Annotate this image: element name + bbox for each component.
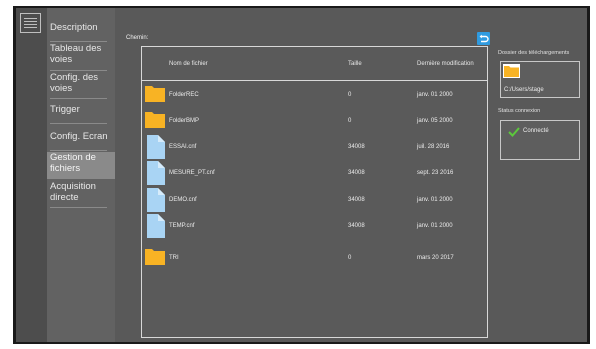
divider [50,70,107,71]
file-modified: janv. 01 2000 [417,92,453,98]
sidebar-item-tableau-des-voies[interactable]: Tableau des voies [47,43,115,71]
path-label: Chemin: [126,35,149,41]
file-name: TEMP.cnf [169,223,195,229]
connection-status-label: Status connexion [498,108,541,114]
sidebar-item-label: Description [50,22,98,33]
file-size: 0 [348,92,352,98]
divider [50,98,107,99]
table-row[interactable]: MESURE_PT.cnf 34008 sept. 23 2016 [142,161,487,187]
folder-icon [145,112,165,128]
sidebar-item-config-ecran[interactable]: Config. Ecran [47,131,115,151]
sidebar-item-description[interactable]: Description [47,22,115,42]
sidebar-item-gestion-de-fichiers[interactable]: Gestion de fichiers [47,152,115,179]
document-icon [147,214,165,238]
sidebar-item-label: Gestion de fichiers [50,152,96,174]
file-name: ESSAI.cnf [169,144,197,150]
divider [50,207,107,208]
file-table: Nom de fichier Taille Dernière modificat… [141,46,488,338]
file-modified: janv. 05 2000 [417,118,453,124]
file-name: TRI [169,255,179,261]
table-row[interactable]: FolderBMP 0 janv. 05 2000 [142,109,487,135]
file-size: 0 [348,118,352,124]
folder-icon [145,86,165,102]
file-name: MESURE_PT.cnf [169,170,215,176]
file-modified: janv. 01 2000 [417,197,453,203]
table-row[interactable]: ESSAI.cnf 34008 juil. 28 2016 [142,135,487,161]
sidebar-item-trigger[interactable]: Trigger [47,104,115,124]
file-size: 34008 [348,170,365,176]
divider [50,123,107,124]
connection-status-text: Connecté [523,128,549,134]
refresh-icon[interactable] [477,32,490,45]
document-icon [147,161,165,185]
file-size: 34008 [348,223,365,229]
menu-strip [16,8,47,342]
sidebar-item-label: Config. des voies [50,72,99,94]
file-modified: juil. 28 2016 [417,144,450,150]
sidebar-item-label: Config. Ecran [50,131,108,142]
header-divider [142,80,487,81]
sidebar: Description Tableau des voies Config. de… [47,8,115,342]
folder-icon [503,64,520,78]
file-size: 34008 [348,197,365,203]
file-name: DEMO.cnf [169,197,197,203]
table-row[interactable]: TEMP.cnf 34008 janv. 01 2000 [142,214,487,240]
sidebar-item-config-des-voies[interactable]: Config. des voies [47,72,115,99]
table-row[interactable]: DEMO.cnf 34008 janv. 01 2000 [142,188,487,214]
right-panel: Dossier des téléchargements C:/Users/sta… [495,8,587,342]
file-name: FolderREC [169,92,199,98]
sidebar-item-label: Trigger [50,104,80,115]
document-icon [147,135,165,159]
folder-icon [145,249,165,265]
divider [50,150,107,151]
divider [50,41,107,42]
file-manager-panel: Chemin: Nom de fichier Taille Dernière m… [115,8,495,342]
column-header-modified[interactable]: Dernière modification [417,61,474,67]
sidebar-item-acquisition-directe[interactable]: Acquisition directe [47,181,115,208]
download-folder-button[interactable]: C:/Users/stage [500,61,580,98]
app-window: Description Tableau des voies Config. de… [16,8,587,342]
hamburger-menu-icon[interactable] [20,13,41,33]
download-folder-label: Dossier des téléchargements [498,50,570,56]
table-row[interactable]: TRI 0 mars 20 2017 [142,246,487,272]
column-header-name[interactable]: Nom de fichier [169,61,208,67]
file-size: 0 [348,255,352,261]
connection-status-box: Connecté [500,120,580,160]
sidebar-item-label: Tableau des voies [50,43,102,65]
checkmark-icon [508,127,520,137]
file-name: FolderBMP [169,118,200,124]
column-header-size[interactable]: Taille [348,61,362,67]
download-path: C:/Users/stage [504,87,544,93]
file-modified: mars 20 2017 [417,255,454,261]
file-modified: janv. 01 2000 [417,223,453,229]
file-size: 34008 [348,144,365,150]
table-row[interactable]: FolderREC 0 janv. 01 2000 [142,83,487,109]
sidebar-item-label: Acquisition directe [50,181,96,203]
document-icon [147,188,165,212]
file-modified: sept. 23 2016 [417,170,454,176]
